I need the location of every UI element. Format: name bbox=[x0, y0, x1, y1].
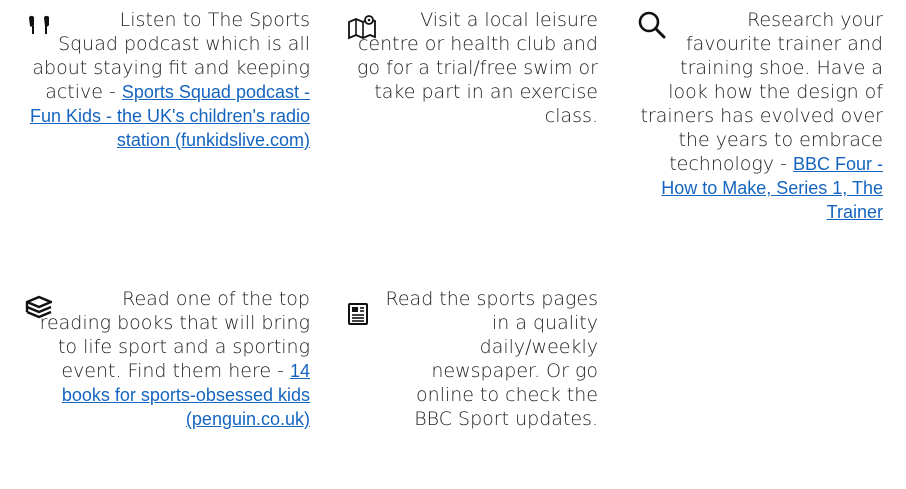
books-icon bbox=[24, 293, 54, 323]
card-reading-books: Read one of the top reading books that w… bbox=[24, 287, 310, 431]
card-podcast-text: Listen to The Sports Squad podcast which… bbox=[30, 9, 310, 150]
card-reading-books-text: Read one of the top reading books that w… bbox=[39, 288, 310, 429]
newspaper-icon bbox=[343, 299, 373, 329]
map-location-icon bbox=[347, 12, 377, 42]
earbuds-icon bbox=[24, 12, 54, 42]
card-leisure-centre: Visit a local leisure centre or health c… bbox=[343, 8, 598, 128]
card-leisure-centre-text: Visit a local leisure centre or health c… bbox=[357, 9, 598, 127]
search-icon bbox=[637, 10, 667, 40]
card-podcast: Listen to The Sports Squad podcast which… bbox=[24, 8, 310, 152]
card-newspaper: Read the sports pages in a quality daily… bbox=[343, 287, 598, 431]
card-research-trainer: Research your favourite trainer and trai… bbox=[635, 8, 883, 224]
card-research-trainer-text: Research your favourite trainer and trai… bbox=[640, 9, 883, 222]
card-newspaper-text: Read the sports pages in a quality daily… bbox=[385, 288, 598, 430]
